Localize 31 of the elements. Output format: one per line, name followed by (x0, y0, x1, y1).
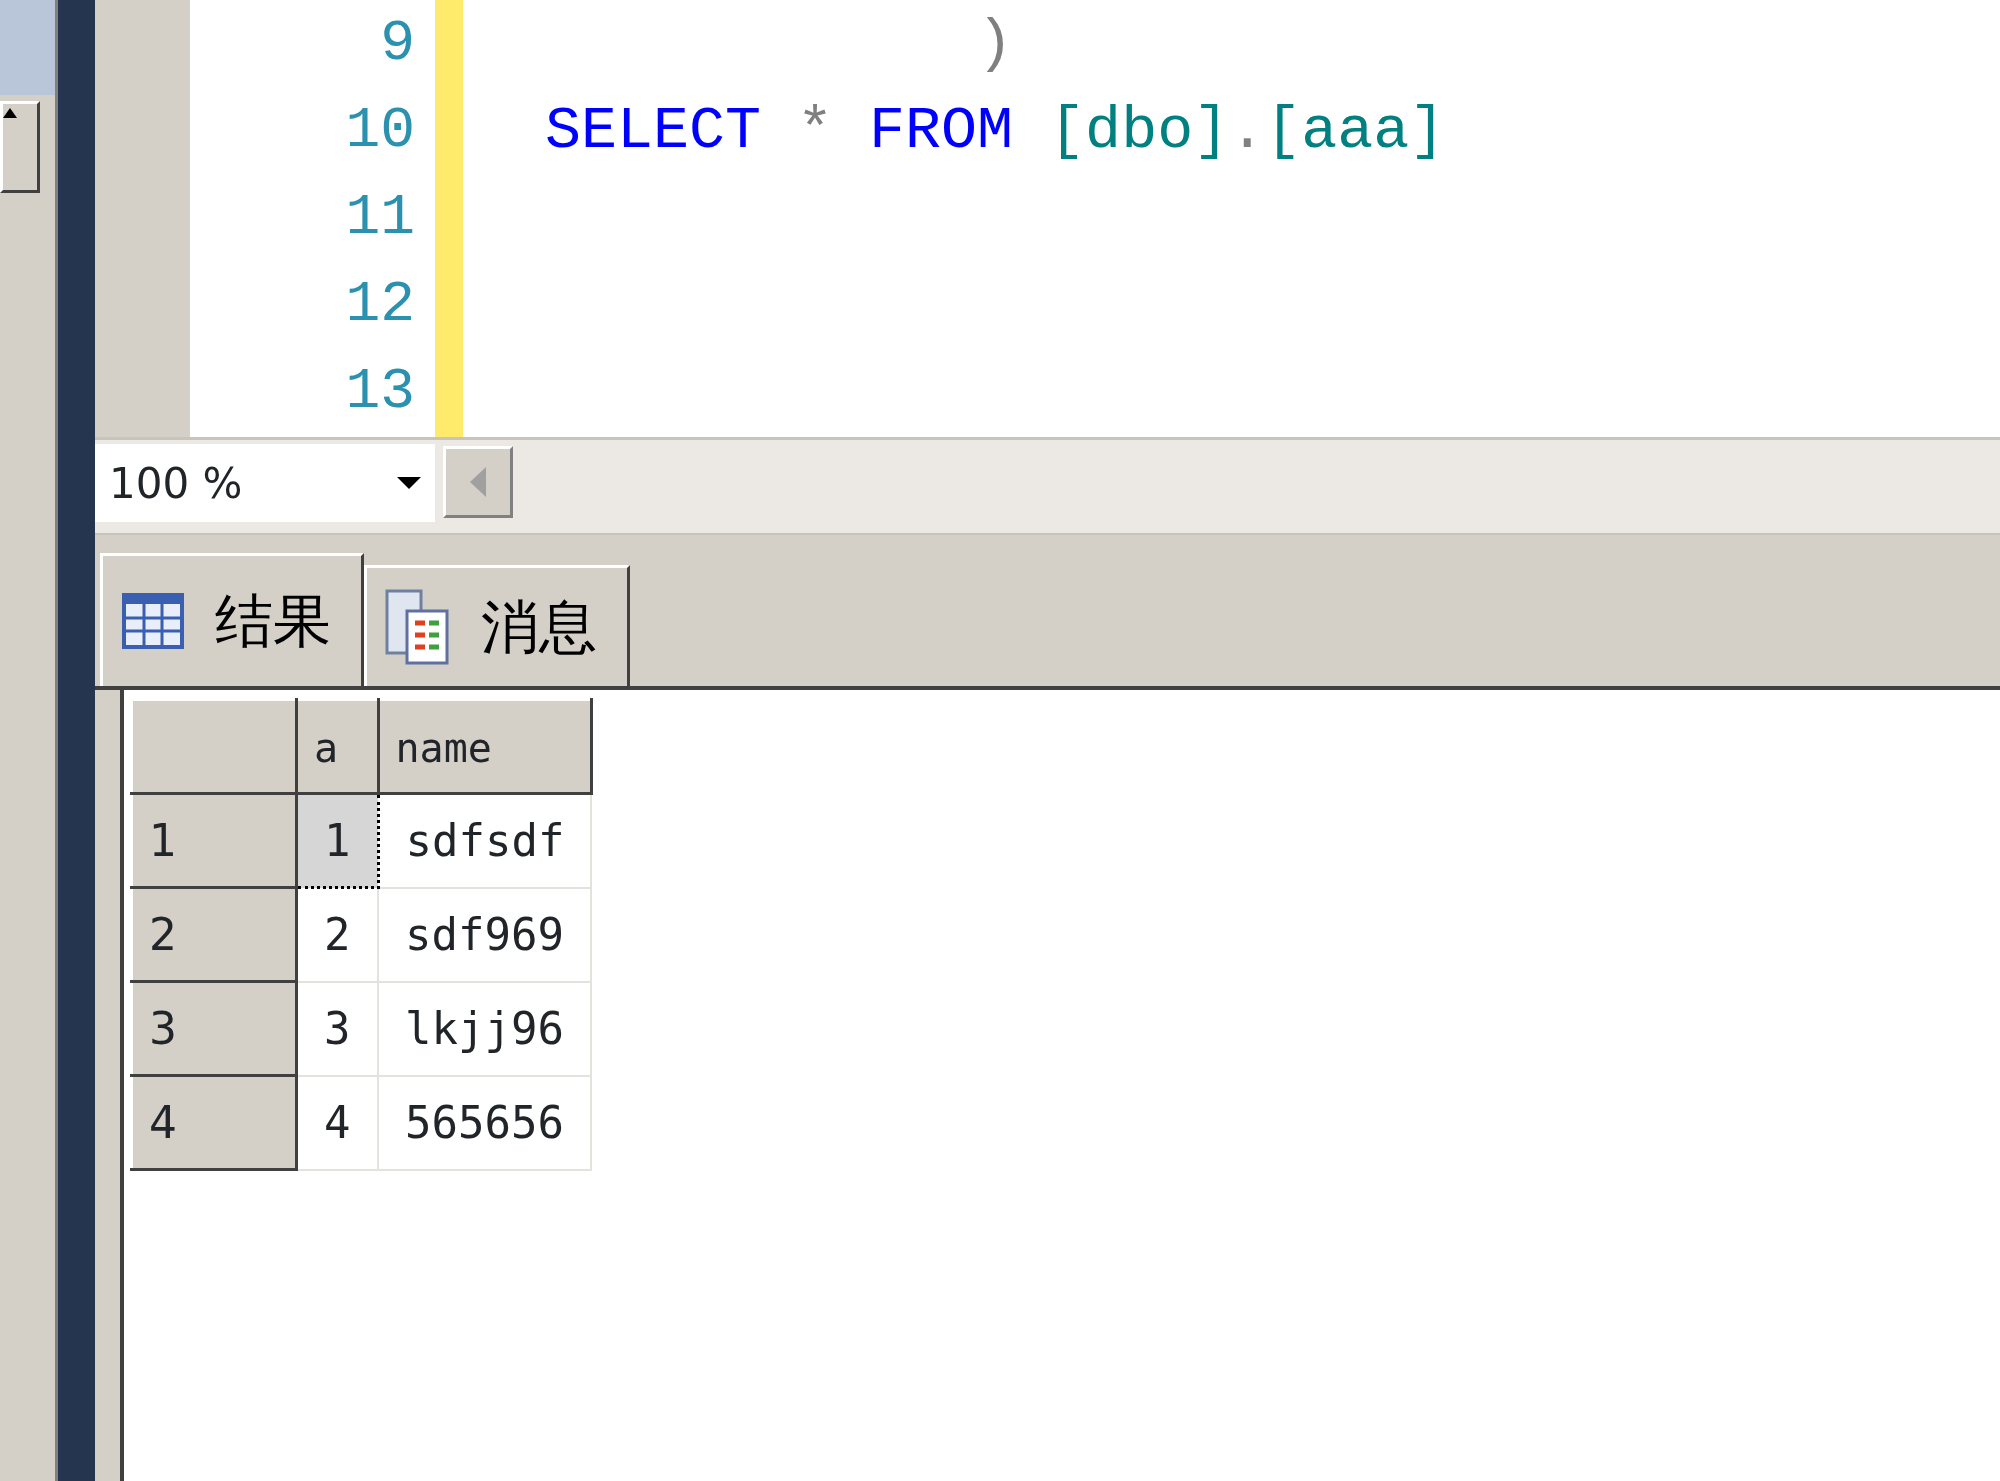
row-header[interactable]: 4 (131, 1075, 297, 1170)
table-cell: 3 (296, 981, 378, 1076)
row-header[interactable]: 1 (131, 793, 297, 888)
line-number: 13 (345, 362, 416, 421)
line-number: 11 (345, 188, 416, 247)
line-number: 9 (380, 14, 416, 73)
table-icon (121, 592, 185, 650)
row-header[interactable]: 2 (131, 887, 297, 982)
column-header[interactable]: a (296, 699, 378, 794)
result-tab[interactable]: 结果 (100, 553, 364, 686)
table-cell: 565656 (378, 1075, 592, 1170)
table-cell: sdfsdf (378, 793, 592, 888)
table-cell: 4 (296, 1075, 378, 1170)
zoom-value: 100 % (109, 457, 243, 510)
code-line: SELECT * FROM [dbo].[aaa] (544, 100, 1446, 161)
column-header[interactable]: name (378, 699, 592, 794)
line-number: 12 (345, 275, 416, 334)
table-cell: 1 (296, 793, 378, 888)
documents-icon (385, 589, 451, 665)
caret-icon (397, 477, 421, 489)
table-cell: 2 (296, 887, 378, 982)
line-number: 10 (345, 101, 416, 160)
scroll-left-button[interactable] (443, 446, 513, 518)
left-arrow-icon (470, 467, 486, 497)
table-cell: sdf969 (378, 887, 592, 982)
scroll-up-button[interactable] (0, 101, 40, 193)
row-header[interactable]: 3 (131, 981, 297, 1076)
result-tab[interactable]: 消息 (364, 565, 630, 686)
zoom-dropdown[interactable]: 100 % (95, 444, 435, 522)
table-cell: lkjj96 (378, 981, 592, 1076)
code-line: ) (976, 13, 1014, 74)
